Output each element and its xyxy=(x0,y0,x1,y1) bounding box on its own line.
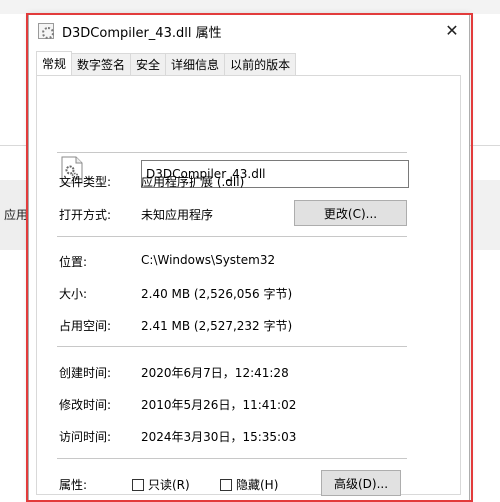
readonly-checkbox[interactable]: 只读(R) xyxy=(132,476,190,493)
separator xyxy=(57,458,407,459)
tab-general[interactable]: 常规 xyxy=(36,51,73,75)
tab-digital-signatures[interactable]: 数字签名 xyxy=(71,53,132,75)
accessed-value: 2024年3月30日，15:35:03 xyxy=(141,430,297,444)
size-on-disk-label: 占用空间: xyxy=(59,319,112,333)
background-titlebar xyxy=(0,0,500,14)
separator xyxy=(57,152,407,153)
checkbox-icon xyxy=(220,478,232,491)
file-type-label: 文件类型: xyxy=(59,175,112,189)
opens-with-value: 未知应用程序 xyxy=(141,208,214,222)
created-label: 创建时间: xyxy=(59,366,112,380)
modified-value: 2010年5月26日，11:41:02 xyxy=(141,398,297,412)
tab-security[interactable]: 安全 xyxy=(130,53,167,75)
location-label: 位置: xyxy=(59,255,88,269)
modified-label: 修改时间: xyxy=(59,398,112,412)
attributes-label: 属性: xyxy=(59,478,88,492)
dialog-title: D3DCompiler_43.dll 属性 xyxy=(62,25,222,41)
size-value: 2.40 MB (2,526,056 字节) xyxy=(141,287,293,301)
location-value: C:\Windows\System32 xyxy=(141,253,276,267)
created-value: 2020年6月7日，12:41:28 xyxy=(141,366,289,380)
tab-details[interactable]: 详细信息 xyxy=(165,53,226,75)
advanced-button[interactable]: 高级(D)... xyxy=(321,470,401,496)
hidden-checkbox-label: 隐藏(H) xyxy=(236,478,279,492)
accessed-label: 访问时间: xyxy=(59,430,112,444)
tab-strip: 常规 数字签名 安全 详细信息 以前的版本 xyxy=(36,51,297,75)
change-app-button[interactable]: 更改(C)... xyxy=(294,200,407,226)
size-label: 大小: xyxy=(59,287,88,301)
hidden-checkbox[interactable]: 隐藏(H) xyxy=(220,476,278,493)
dll-file-icon xyxy=(38,23,54,39)
dialog-titlebar[interactable]: D3DCompiler_43.dll 属性 ✕ xyxy=(29,15,469,47)
properties-dialog: D3DCompiler_43.dll 属性 ✕ 常规 数字签名 安全 详细信息 … xyxy=(28,14,470,502)
general-tab-panel: 文件类型: 应用程序扩展 (.dll) 打开方式: 未知应用程序 更改(C)..… xyxy=(36,75,461,496)
file-type-value: 应用程序扩展 (.dll) xyxy=(141,175,245,189)
readonly-checkbox-label: 只读(R) xyxy=(148,478,190,492)
close-icon[interactable]: ✕ xyxy=(441,19,463,41)
checkbox-icon xyxy=(132,478,144,491)
tab-previous-versions[interactable]: 以前的版本 xyxy=(224,53,297,75)
opens-with-label: 打开方式: xyxy=(59,208,112,222)
separator xyxy=(57,346,407,347)
separator xyxy=(57,236,407,237)
size-on-disk-value: 2.41 MB (2,527,232 字节) xyxy=(141,319,293,333)
background-right-band xyxy=(470,180,500,250)
